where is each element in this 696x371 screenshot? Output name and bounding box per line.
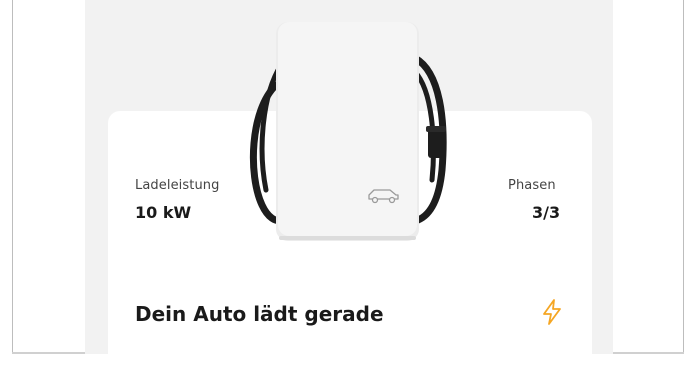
ladeleistung-label: Ladeleistung <box>135 178 220 193</box>
phasen-value: 3/3 <box>532 203 561 222</box>
phasen-label: Phasen <box>508 178 556 193</box>
charging-status-text: Dein Auto lädt gerade <box>135 302 384 326</box>
bolt-icon <box>543 299 561 325</box>
plug-holder <box>428 128 444 158</box>
ladeleistung-value: 10 kW <box>135 203 192 222</box>
